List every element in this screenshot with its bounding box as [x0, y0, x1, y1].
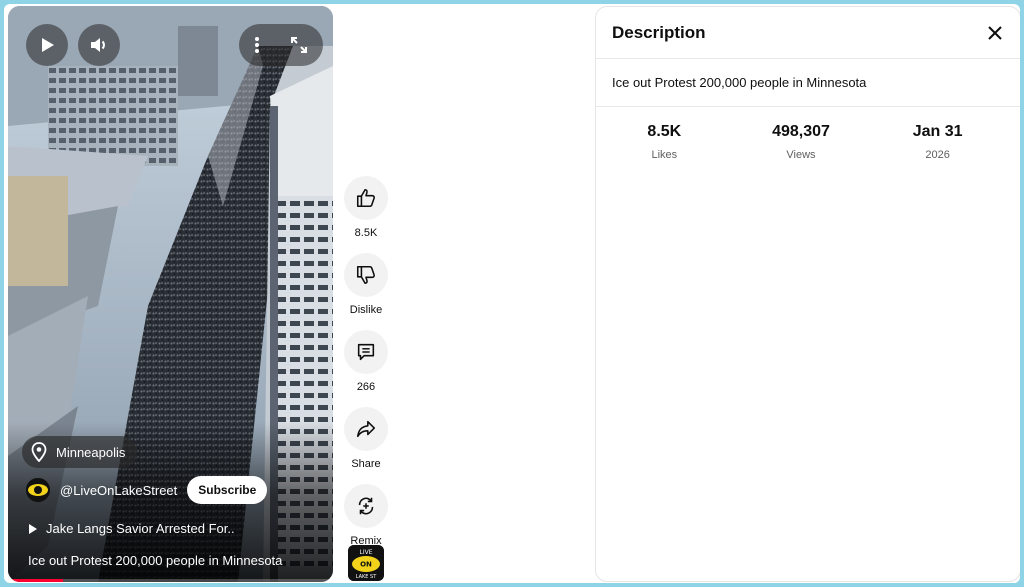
channel-logo-icon: [26, 478, 50, 502]
stat-date: Jan 31 2026: [903, 123, 973, 161]
comments-action: 266: [344, 330, 388, 393]
stat-label: Views: [786, 149, 816, 161]
sound-source-thumbnail[interactable]: LIVE ON LAKE ST: [348, 545, 384, 581]
stat-value: 498,307: [772, 123, 830, 140]
like-button[interactable]: [344, 176, 388, 220]
like-count: 8.5K: [354, 227, 378, 239]
linked-video-title: Jake Langs Savior Arrested For..: [46, 521, 235, 536]
share-label: Share: [351, 458, 381, 470]
channel-avatar[interactable]: [26, 478, 50, 502]
video-title: Ice out Protest 200,000 people in Minnes…: [28, 553, 283, 568]
logo-text-bottom: LAKE ST: [356, 574, 378, 580]
channel-handle[interactable]: @LiveOnLakeStreet: [60, 483, 177, 498]
dislike-button[interactable]: [344, 253, 388, 297]
app-frame: Minneapolis @LiveOnLakeStreet Subscribe …: [4, 4, 1020, 583]
volume-icon: [91, 38, 105, 52]
like-action: 8.5K: [344, 176, 388, 239]
description-text: Ice out Protest 200,000 people in Minnes…: [596, 59, 1020, 107]
remix-action: Remix: [344, 484, 388, 547]
location-pin-icon: [31, 442, 47, 462]
play-icon: [42, 38, 54, 52]
description-header: Description: [596, 7, 1020, 59]
comments-button[interactable]: [344, 330, 388, 374]
logo-text-top: LIVE: [359, 549, 372, 556]
stat-label: 2026: [925, 149, 950, 161]
more-vert-icon[interactable]: [254, 36, 260, 54]
comment-icon: [357, 343, 375, 361]
remix-button[interactable]: [344, 484, 388, 528]
stat-value: Jan 31: [912, 123, 963, 140]
top-right-controls: [239, 24, 323, 66]
dislike-action: Dislike: [344, 253, 388, 316]
thumb-down-icon: [356, 265, 375, 285]
stats-row: 8.5K Likes 498,307 Views Jan 31 2026: [596, 107, 1020, 161]
play-small-icon: [29, 523, 37, 534]
stat-label: Likes: [651, 149, 678, 161]
remix-icon: [358, 497, 374, 515]
share-icon: [356, 420, 376, 438]
fullscreen-icon[interactable]: [290, 36, 308, 54]
video-player[interactable]: Minneapolis @LiveOnLakeStreet Subscribe …: [8, 6, 333, 582]
share-button[interactable]: [344, 407, 388, 451]
close-button[interactable]: [980, 18, 1010, 48]
description-title: Description: [612, 22, 706, 42]
progress-fill: [8, 579, 64, 582]
progress-bar[interactable]: [8, 579, 333, 582]
dislike-label: Dislike: [349, 304, 383, 316]
channel-logo-image: LIVE ON LAKE ST: [348, 545, 384, 581]
action-rail: 8.5K Dislike 266 Share Remix: [339, 176, 393, 561]
volume-button[interactable]: [78, 24, 120, 66]
description-panel: Description Ice out Protest 200,000 peop…: [595, 6, 1020, 582]
linked-video-link[interactable]: Jake Langs Savior Arrested For..: [28, 521, 235, 536]
comment-count: 266: [356, 381, 376, 393]
share-action: Share: [344, 407, 388, 470]
thumb-up-icon: [356, 188, 375, 208]
channel-row: @LiveOnLakeStreet Subscribe: [26, 476, 268, 504]
location-chip[interactable]: Minneapolis: [22, 436, 138, 468]
logo-text-middle: ON: [360, 561, 372, 569]
stat-likes: 8.5K Likes: [629, 123, 699, 161]
stat-value: 8.5K: [647, 123, 682, 140]
stat-views: 498,307 Views: [766, 123, 836, 161]
play-button[interactable]: [26, 24, 68, 66]
location-label: Minneapolis: [56, 444, 126, 460]
subscribe-button[interactable]: Subscribe: [187, 476, 268, 504]
close-icon: [988, 25, 1002, 40]
